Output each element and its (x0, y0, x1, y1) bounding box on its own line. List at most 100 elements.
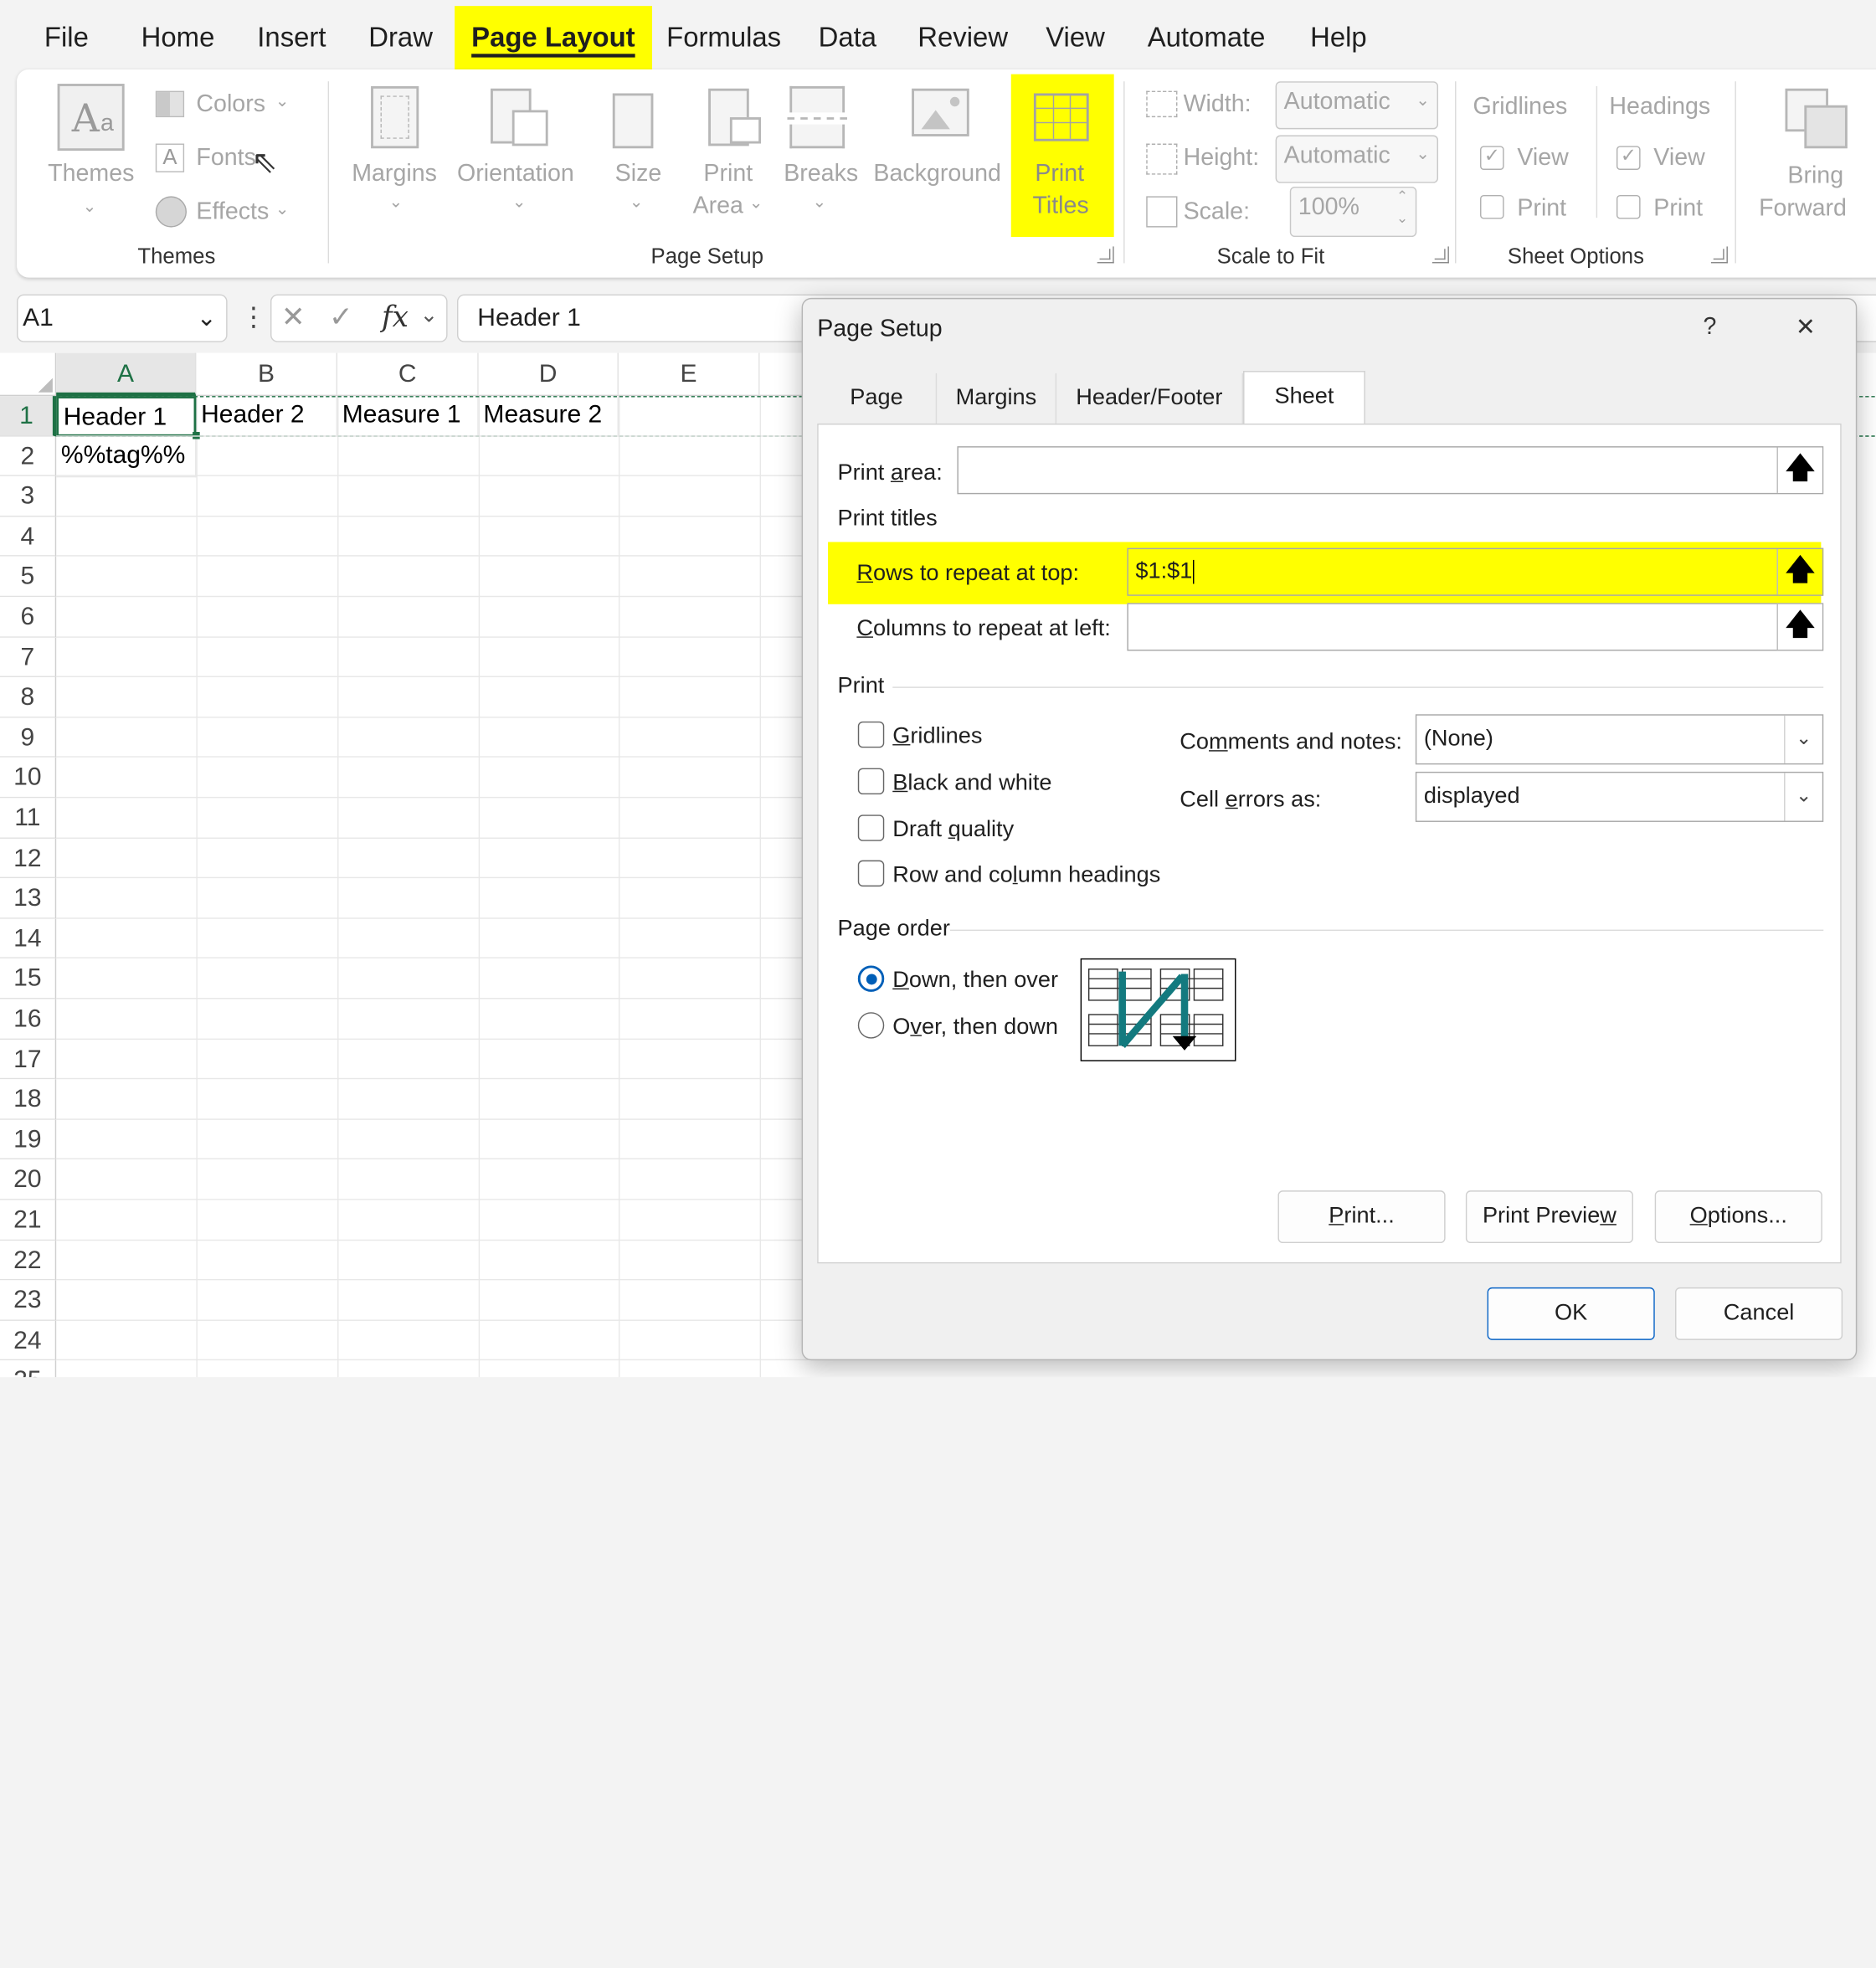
spin-up-icon[interactable]: ⌃ (1396, 188, 1408, 204)
print-button[interactable]: Print... (1277, 1190, 1446, 1244)
rows-to-repeat-input[interactable]: $1:$1 🡅 (1127, 547, 1824, 596)
tab-view[interactable]: View (1046, 22, 1105, 54)
height-dropdown[interactable]: Automatic ⌄ (1275, 135, 1439, 183)
over-then-down-radio[interactable] (857, 1012, 885, 1039)
chevron-down-icon[interactable]: ⌄ (197, 303, 217, 333)
mouse-cursor-icon: ⇖ (251, 143, 278, 180)
row-header[interactable]: 1 (0, 396, 57, 437)
row-header[interactable]: 22 (0, 1240, 57, 1281)
row-header[interactable]: 18 (0, 1079, 57, 1120)
tab-data[interactable]: Data (819, 22, 876, 54)
tab-help[interactable]: Help (1310, 22, 1367, 54)
row-header[interactable]: 13 (0, 878, 57, 919)
cell-a1[interactable]: Header 1 (56, 396, 197, 437)
row-header[interactable]: 5 (0, 557, 57, 598)
ok-button[interactable]: OK (1487, 1287, 1655, 1340)
tab-home[interactable]: Home (141, 22, 215, 54)
page-setup-launcher-icon[interactable] (1097, 246, 1114, 264)
name-box[interactable]: A1 ⌄ (17, 294, 228, 342)
grid-line (56, 475, 808, 477)
sheet-options-launcher-icon[interactable] (1710, 246, 1728, 264)
gridlines-view-checkbox[interactable]: ✓ (1480, 146, 1504, 170)
tab-insert[interactable]: Insert (257, 22, 326, 54)
row-header[interactable]: 23 (0, 1280, 57, 1321)
cell-d1[interactable]: Measure 2 (478, 396, 619, 437)
cancel-button[interactable]: Cancel (1675, 1287, 1843, 1340)
scale-spinner[interactable]: 100% ⌃ ⌄ (1289, 186, 1417, 238)
black-and-white-checkbox[interactable] (857, 768, 885, 795)
print-area-input[interactable]: 🡅 (957, 446, 1824, 495)
cell-c1[interactable]: Measure 1 (337, 396, 479, 437)
row-header[interactable]: 4 (0, 516, 57, 558)
row-header[interactable]: 6 (0, 597, 57, 638)
grid-line (56, 1199, 808, 1200)
columns-to-repeat-input[interactable]: 🡅 (1127, 603, 1824, 651)
column-header-f[interactable] (759, 352, 808, 397)
row-header[interactable]: 21 (0, 1200, 57, 1241)
row-header[interactable]: 14 (0, 918, 57, 959)
cancel-icon[interactable]: ✕ (281, 301, 306, 335)
select-all-corner[interactable] (0, 352, 57, 397)
row-header[interactable]: 2 (0, 436, 57, 477)
column-header-d[interactable]: D (478, 352, 619, 397)
spin-down-icon[interactable]: ⌄ (1396, 209, 1408, 226)
cell-b1[interactable]: Header 2 (196, 396, 338, 437)
row-header[interactable]: 17 (0, 1039, 57, 1080)
page-order-diagram-icon (1087, 969, 1224, 1051)
dialog-tab-header-footer[interactable]: Header/Footer (1056, 373, 1244, 424)
tab-review[interactable]: Review (917, 22, 1008, 54)
tab-file[interactable]: File (44, 22, 89, 54)
headings-print-checkbox[interactable] (1616, 194, 1641, 219)
row-header[interactable]: 20 (0, 1159, 57, 1200)
row-header[interactable]: 12 (0, 838, 57, 879)
row-header[interactable]: 16 (0, 999, 57, 1040)
dialog-tab-sheet[interactable]: Sheet (1243, 371, 1365, 426)
help-button[interactable]: ? (1688, 313, 1731, 341)
row-header[interactable]: 8 (0, 677, 57, 718)
gridlines-print-checkbox[interactable] (1480, 194, 1504, 219)
chevron-down-icon[interactable]: ⌄ (420, 303, 439, 328)
row-header[interactable]: 9 (0, 717, 57, 758)
enter-icon[interactable]: ✓ (329, 301, 353, 335)
row-header[interactable]: 19 (0, 1119, 57, 1160)
tab-page-layout[interactable]: Page Layout (455, 6, 652, 80)
column-header-a[interactable]: A (56, 352, 197, 397)
collapse-dialog-arrow-icon[interactable]: 🡅 (1776, 447, 1822, 493)
cell-a2[interactable]: %%tag%% (56, 436, 197, 478)
column-header-c[interactable]: C (337, 352, 479, 397)
collapse-dialog-arrow-icon[interactable]: 🡅 (1776, 604, 1822, 650)
tab-formulas[interactable]: Formulas (666, 22, 781, 54)
width-dropdown[interactable]: Automatic ⌄ (1275, 81, 1439, 130)
headings-view-checkbox[interactable]: ✓ (1616, 146, 1641, 170)
collapse-dialog-arrow-icon[interactable]: 🡅 (1776, 549, 1822, 595)
down-then-over-radio[interactable] (857, 965, 885, 992)
grid-line (56, 676, 808, 678)
column-header-b[interactable]: B (196, 352, 338, 397)
gridlines-checkbox[interactable] (857, 721, 885, 748)
row-column-headings-checkbox[interactable] (857, 860, 885, 887)
row-header[interactable]: 10 (0, 758, 57, 799)
row-header[interactable]: 24 (0, 1320, 57, 1361)
grid-line (56, 796, 808, 799)
scale-to-fit-launcher-icon[interactable] (1431, 246, 1449, 264)
row-header[interactable]: 11 (0, 798, 57, 839)
comments-select[interactable]: (None) ⌄ (1415, 714, 1824, 765)
formula-value: Header 1 (477, 304, 581, 331)
cell-errors-select[interactable]: displayed ⌄ (1415, 771, 1824, 822)
row-header[interactable]: 7 (0, 637, 57, 678)
insert-function-icon[interactable]: fx (382, 301, 409, 334)
dialog-tab-page[interactable]: Page (817, 373, 938, 424)
column-header-e[interactable]: E (618, 352, 760, 397)
row-header[interactable]: 25 (0, 1360, 57, 1378)
options-button[interactable]: Options... (1654, 1190, 1822, 1244)
dialog-tab-margins[interactable]: Margins (937, 373, 1057, 424)
margins-icon (371, 85, 419, 149)
draft-quality-checkbox[interactable] (857, 814, 885, 841)
close-icon[interactable]: ✕ (1784, 312, 1827, 342)
print-preview-button[interactable]: Print Preview (1465, 1190, 1633, 1244)
tab-automate[interactable]: Automate (1148, 22, 1266, 54)
tab-draw[interactable]: Draw (368, 22, 433, 54)
more-options-icon[interactable]: ⋮ (240, 301, 266, 332)
row-header[interactable]: 15 (0, 958, 57, 999)
row-header[interactable]: 3 (0, 476, 57, 517)
